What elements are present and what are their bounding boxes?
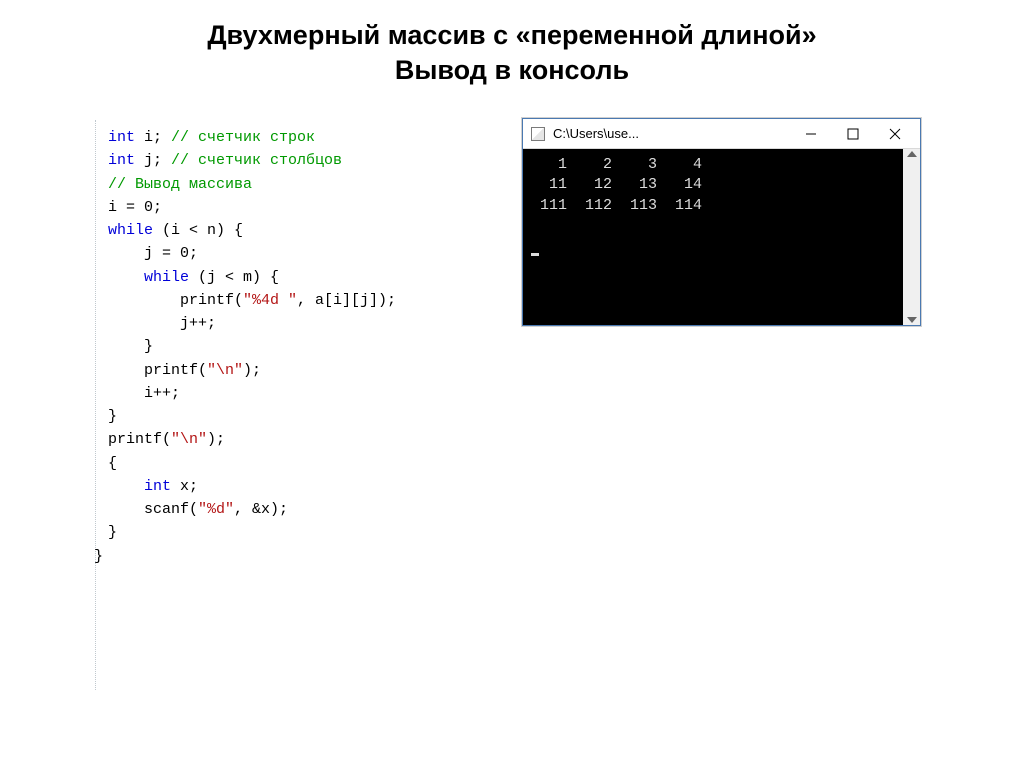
kw-int: int xyxy=(108,129,135,146)
code-text: , &x); xyxy=(234,501,288,518)
code-text: j = 0; xyxy=(108,242,396,265)
string: "\n" xyxy=(171,431,207,448)
brace: } xyxy=(108,521,396,544)
kw-while: while xyxy=(144,269,189,286)
indent xyxy=(108,269,144,286)
code-text: printf( xyxy=(108,362,207,379)
code-text: i; xyxy=(135,129,171,146)
cursor-icon xyxy=(531,253,539,256)
page-title: Двухмерный массив с «переменной длиной» … xyxy=(0,0,1024,88)
title-line-2: Вывод в консоль xyxy=(0,53,1024,88)
maximize-button[interactable] xyxy=(832,120,874,148)
code-text: ); xyxy=(207,431,225,448)
code-text: (i < n) { xyxy=(153,222,243,239)
titlebar: C:\Users\use... xyxy=(523,119,920,149)
code-gutter xyxy=(95,120,96,690)
string: "\n" xyxy=(207,362,243,379)
kw-while: while xyxy=(108,222,153,239)
console-window: C:\Users\use... 1 2 3 4 11 12 13 14 111 … xyxy=(522,118,921,326)
kw-int: int xyxy=(108,152,135,169)
code-text: , a[i][j]); xyxy=(297,292,396,309)
code-text: i = 0; xyxy=(108,196,396,219)
console-row: 1 2 3 4 xyxy=(531,156,702,173)
code-text: scanf( xyxy=(108,501,198,518)
code-text: (j < m) { xyxy=(189,269,279,286)
code-text: x; xyxy=(171,478,198,495)
code-text: printf( xyxy=(108,431,171,448)
brace: { xyxy=(108,452,396,475)
indent xyxy=(108,478,144,495)
code-text: j; xyxy=(135,152,171,169)
window-title: C:\Users\use... xyxy=(553,126,639,141)
kw-int: int xyxy=(144,478,171,495)
scroll-up-icon[interactable] xyxy=(907,151,917,157)
scrollbar[interactable] xyxy=(903,149,920,325)
console-output: 1 2 3 4 11 12 13 14 111 112 113 114 xyxy=(523,149,903,325)
scroll-down-icon[interactable] xyxy=(907,317,917,323)
code-text: j++; xyxy=(108,312,396,335)
code-block: int i; // счетчик строк int j; // счетчи… xyxy=(108,126,396,568)
comment: // счетчик строк xyxy=(171,129,315,146)
string: "%4d " xyxy=(243,292,297,309)
outer-brace: } xyxy=(94,545,396,568)
console-row: 11 12 13 14 xyxy=(531,176,702,193)
string: "%d" xyxy=(198,501,234,518)
code-text: i++; xyxy=(108,382,396,405)
code-text: ); xyxy=(243,362,261,379)
brace: } xyxy=(108,405,396,428)
app-icon xyxy=(531,127,545,141)
code-text: printf( xyxy=(108,292,243,309)
console-row: 111 112 113 114 xyxy=(531,197,702,214)
brace: } xyxy=(108,335,396,358)
comment: // счетчик столбцов xyxy=(171,152,342,169)
comment: // Вывод массива xyxy=(108,176,252,193)
minimize-button[interactable] xyxy=(790,120,832,148)
title-line-1: Двухмерный массив с «переменной длиной» xyxy=(0,18,1024,53)
close-button[interactable] xyxy=(874,120,916,148)
